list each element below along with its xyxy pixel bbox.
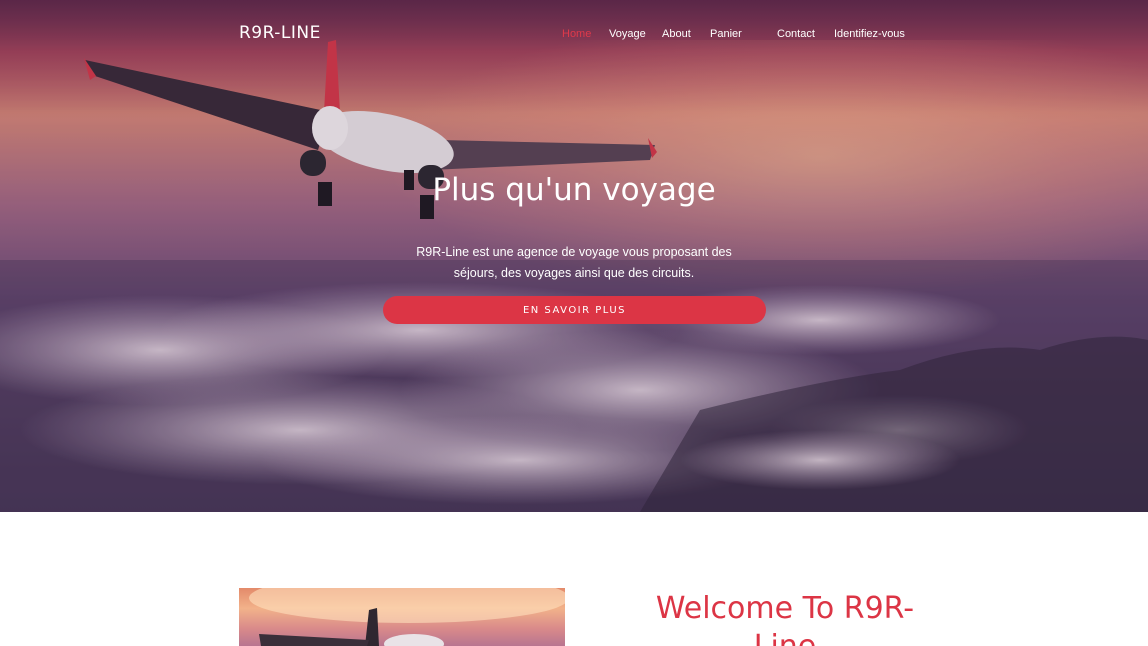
nav-link-home[interactable]: Home xyxy=(562,28,591,40)
nav-link-voyage[interactable]: Voyage xyxy=(609,28,646,40)
nav-link-panier[interactable]: Panier xyxy=(710,28,742,40)
nav-link-about[interactable]: About xyxy=(662,28,691,40)
learn-more-button[interactable]: EN SAVOIR PLUS xyxy=(383,296,766,324)
about-airplane-graphic xyxy=(249,588,565,646)
about-airplane-image xyxy=(239,588,565,646)
top-navbar: R9R-LINE Home Voyage About Panier Contac… xyxy=(0,0,1148,70)
nav-link-login[interactable]: Identifiez-vous xyxy=(834,28,905,40)
hero-section: R9R-LINE Home Voyage About Panier Contac… xyxy=(0,0,1148,512)
welcome-title: Welcome To R9R-Line xyxy=(655,591,915,646)
nav-link-contact[interactable]: Contact xyxy=(777,28,815,40)
hero-title: Plus qu'un voyage xyxy=(432,172,716,208)
brand-logo[interactable]: R9R-LINE xyxy=(239,23,321,43)
hero-description: R9R-Line est une agence de voyage vous p… xyxy=(416,245,732,280)
